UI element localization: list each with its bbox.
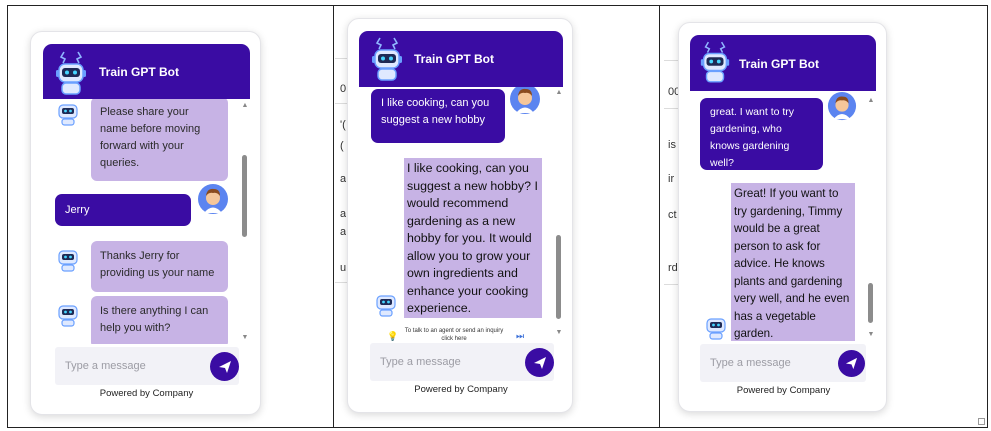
scrollbar[interactable]: ▲ ▼ [867, 91, 875, 341]
scroll-down-arrow-icon[interactable]: ▼ [867, 331, 875, 339]
scroll-up-arrow-icon[interactable]: ▲ [555, 89, 563, 97]
chat-title: Train GPT Bot [739, 57, 820, 71]
bot-message: I like cooking, can you suggest a new ho… [404, 158, 542, 318]
user-message: I like cooking, can you suggest a new ho… [371, 89, 505, 143]
message-input[interactable] [380, 343, 520, 381]
bot-logo-icon [56, 51, 86, 95]
background-text: a [340, 208, 347, 220]
message-input[interactable] [710, 344, 830, 382]
table-divider [333, 6, 334, 427]
lightbulb-icon: 💡 [387, 331, 399, 341]
background-line [664, 108, 678, 109]
bot-icon [58, 104, 78, 126]
user-avatar-icon [198, 184, 228, 214]
scroll-thumb[interactable] [556, 235, 561, 319]
send-button[interactable] [525, 348, 554, 377]
scroll-down-arrow-icon[interactable]: ▼ [555, 329, 563, 337]
bot-message: Great! If you want to try gardening, Tim… [731, 183, 855, 341]
chat-widget-3: Train GPT Bot great. I want to try garde… [678, 22, 887, 412]
chat-title: Train GPT Bot [414, 52, 495, 66]
chat-title: Train GPT Bot [99, 65, 180, 79]
scroll-up-arrow-icon[interactable]: ▲ [241, 102, 249, 110]
bot-icon [706, 318, 726, 340]
agent-contact-link[interactable]: To talk to an agent or send an inquiry c… [404, 327, 504, 343]
user-message: Jerry [55, 194, 191, 226]
message-list: I like cooking, can you suggest a new ho… [359, 87, 563, 343]
bot-icon [58, 250, 78, 272]
user-avatar-icon [827, 91, 857, 121]
background-text: 0 [340, 83, 347, 95]
background-line [335, 103, 347, 104]
user-message: great. I want to try gardening, who know… [700, 98, 823, 170]
background-text: a [340, 173, 347, 185]
send-button[interactable] [210, 352, 239, 381]
scrollbar[interactable]: ▲ ▼ [555, 87, 563, 343]
background-line [335, 58, 347, 59]
background-text: u [340, 262, 347, 274]
chat-header: Train GPT Bot [43, 44, 250, 99]
bot-logo-icon [372, 37, 402, 81]
bot-icon [376, 295, 396, 317]
scroll-thumb[interactable] [868, 283, 873, 323]
background-text: is [668, 139, 676, 151]
powered-by-footer: Powered by Company [99, 388, 194, 399]
background-line [664, 284, 678, 285]
message-input-bar [370, 343, 554, 381]
powered-by-footer: Powered by Company [414, 384, 508, 395]
scroll-up-arrow-icon[interactable]: ▲ [867, 97, 875, 105]
message-list: great. I want to try gardening, who know… [690, 91, 876, 341]
bot-message: Please share your name before moving for… [91, 99, 228, 181]
scroll-down-arrow-icon[interactable]: ▼ [241, 334, 249, 342]
background-text: ct [668, 209, 677, 221]
scrollbar[interactable]: ▲ ▼ [241, 99, 249, 344]
background-line [664, 60, 678, 61]
bot-message: Thanks Jerry for providing us your name [91, 241, 228, 292]
bot-logo-icon [700, 41, 730, 83]
background-text: rd [668, 262, 678, 274]
chat-header: Train GPT Bot [359, 31, 563, 87]
background-text: '( [340, 119, 346, 131]
chat-widget-1: Train GPT Bot Please share your name bef… [30, 31, 261, 415]
user-avatar-icon [510, 87, 540, 114]
message-input-bar [55, 347, 239, 385]
chat-header: Train GPT Bot [690, 35, 876, 91]
powered-by-footer: Powered by Company [736, 385, 831, 396]
send-icon [533, 356, 546, 369]
bot-message: Is there anything I can help you with? [91, 296, 228, 344]
message-input[interactable] [65, 347, 205, 385]
background-line [335, 282, 347, 283]
table-resize-handle[interactable] [978, 418, 985, 425]
skip-forward-icon[interactable]: ⏭ [516, 332, 524, 341]
chat-widget-2: Train GPT Bot I like cooking, can you su… [347, 18, 573, 413]
send-icon [845, 357, 858, 370]
bot-icon [58, 305, 78, 327]
send-button[interactable] [838, 350, 865, 377]
send-icon [218, 360, 231, 373]
background-text: ir [668, 173, 675, 185]
message-list: Please share your name before moving for… [43, 99, 250, 344]
background-text: ( [340, 140, 344, 152]
scroll-thumb[interactable] [242, 155, 247, 237]
table-divider [659, 6, 660, 427]
background-text: a [340, 226, 347, 238]
message-input-bar [700, 344, 866, 382]
